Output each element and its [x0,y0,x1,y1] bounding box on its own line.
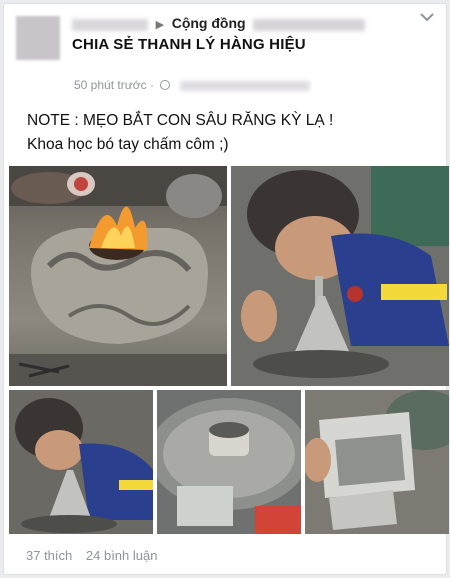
post-text: NOTE : MẸO BẮT CON SÂU RĂNG KỲ LẠ ! Khoa… [27,110,333,158]
post-meta: 50 phút trước · [74,78,310,92]
group-prefix[interactable]: Cộng đồng [172,15,246,31]
chevron-down-icon[interactable] [420,10,434,25]
globe-icon [160,80,171,90]
arrow-right-icon: ▶ [155,19,165,31]
photo-child-closeup[interactable] [9,390,153,534]
photo-child-funnel[interactable] [231,166,449,386]
post-stats: 37 thích 24 bình luận [26,548,157,563]
post-text-line-2: Khoa học bó tay chấm côm ;) [27,136,229,153]
likes-count[interactable]: 37 thích [26,548,72,563]
location-redacted [179,80,310,91]
meta-separator: · [149,78,154,92]
author-name-redacted[interactable] [72,18,148,31]
comments-count[interactable]: 24 bình luận [86,548,158,563]
post-header: ▶ Cộng đồng [72,12,442,34]
photo-pot-lid[interactable] [157,390,301,534]
post-text-line-1: NOTE : MẸO BẮT CON SÂU RĂNG KỲ LẠ ! [27,112,334,129]
group-title[interactable]: CHIA SẺ THANH LÝ HÀNG HIỆU [72,36,306,53]
post-timestamp[interactable]: 50 phút trước [74,78,147,92]
avatar[interactable] [16,16,60,60]
photo-foil-worms[interactable] [305,390,449,534]
post-card: ▶ Cộng đồng CHIA SẺ THANH LÝ HÀNG HIỆU 5… [3,3,449,575]
group-name-redacted[interactable] [253,18,366,31]
photo-brazier-fire[interactable] [9,166,227,386]
